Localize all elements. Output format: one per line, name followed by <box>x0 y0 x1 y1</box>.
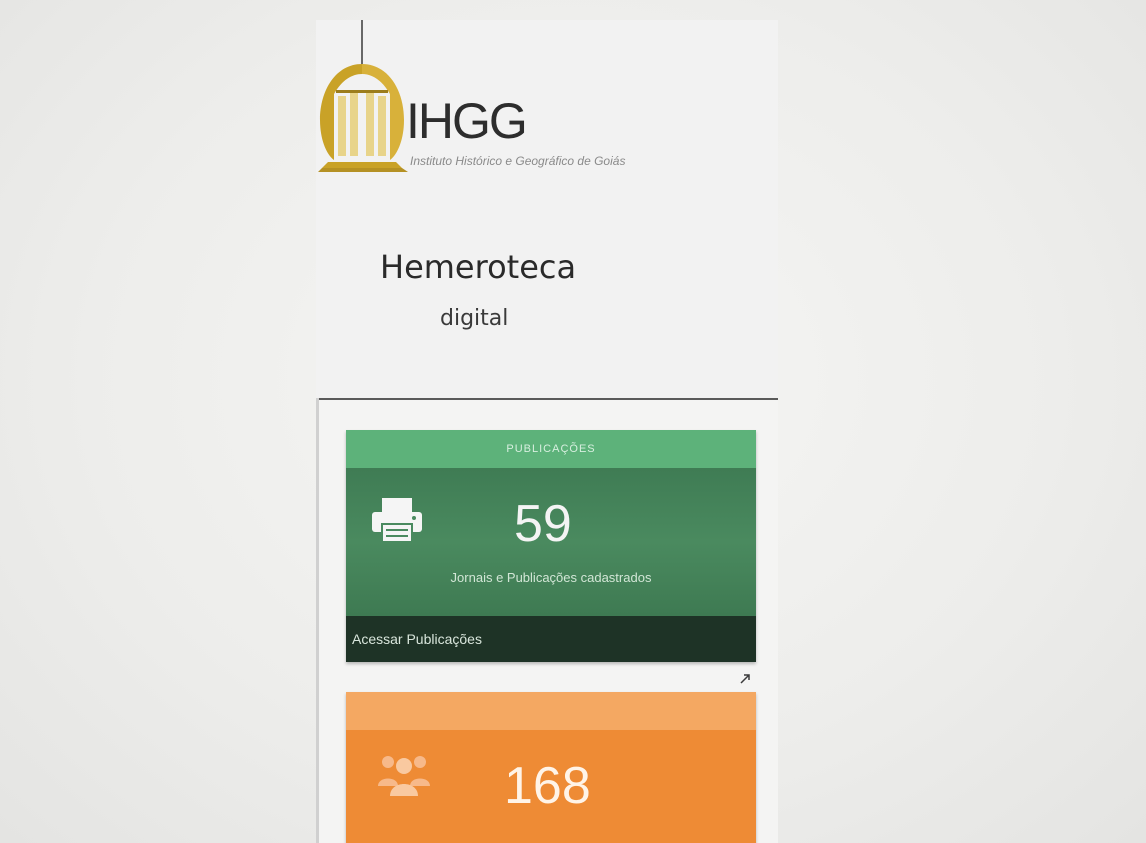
page: IHGG Instituto Histórico e Geográfico de… <box>0 0 1146 843</box>
sidebar-panel: IHGG Instituto Histórico e Geográfico de… <box>316 20 778 843</box>
publications-count: 59 <box>514 495 572 553</box>
card-header: Publicações <box>346 430 756 468</box>
page-subtitle: digital <box>440 306 509 331</box>
users-count: 168 <box>504 757 591 815</box>
users-icon <box>378 756 430 796</box>
publications-card: Publicações 59 Jornais e Publicações cad… <box>346 430 756 662</box>
building-columns-icon <box>318 20 408 172</box>
ihgg-logo[interactable]: IHGG Instituto Histórico e Geográfico de… <box>318 20 758 180</box>
logo-wordmark: IHGG <box>406 93 528 149</box>
panel-edge <box>316 398 319 843</box>
users-card: 168 <box>346 692 756 843</box>
page-title: Hemeroteca <box>380 248 577 286</box>
card-caption: Jornais e Publicações cadastrados <box>450 570 652 585</box>
logo-subtitle: Instituto Histórico e Geográfico de Goiá… <box>410 154 626 168</box>
card-body: 168 <box>346 730 756 843</box>
card-header <box>346 692 756 730</box>
printer-icon <box>372 498 422 543</box>
resize-corner-icon <box>740 674 750 684</box>
access-publications-link[interactable]: Acessar Publicações <box>346 616 756 662</box>
card-body: 59 Jornais e Publicações cadastrados <box>346 468 756 616</box>
header-divider <box>319 398 778 400</box>
brand-area: IHGG Instituto Histórico e Geográfico de… <box>316 20 778 398</box>
